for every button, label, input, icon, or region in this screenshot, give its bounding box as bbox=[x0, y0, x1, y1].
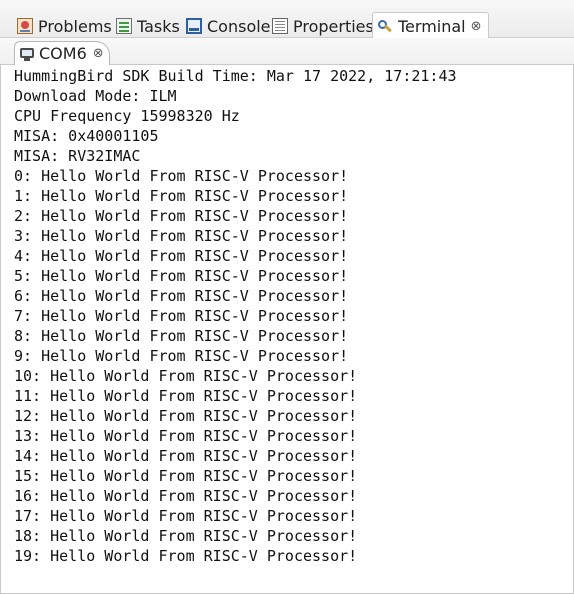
tab-properties-label: Properties bbox=[293, 16, 374, 36]
terminal-line: 0: Hello World From RISC-V Processor! bbox=[14, 167, 349, 185]
tasks-icon bbox=[116, 18, 132, 34]
terminal-line: MISA: RV32IMAC bbox=[14, 147, 141, 165]
terminal-line: 4: Hello World From RISC-V Processor! bbox=[14, 247, 349, 265]
terminal-line: 16: Hello World From RISC-V Processor! bbox=[14, 487, 358, 505]
terminal-line: 8: Hello World From RISC-V Processor! bbox=[14, 327, 349, 345]
terminal-line: 11: Hello World From RISC-V Processor! bbox=[14, 387, 358, 405]
terminal-line: 14: Hello World From RISC-V Processor! bbox=[14, 447, 358, 465]
tab-terminal-label: Terminal bbox=[398, 17, 466, 36]
console-icon bbox=[186, 18, 202, 34]
terminal-line: MISA: 0x40001105 bbox=[14, 127, 159, 145]
terminal-line: 15: Hello World From RISC-V Processor! bbox=[14, 467, 358, 485]
terminal-line: 2: Hello World From RISC-V Processor! bbox=[14, 207, 349, 225]
terminal-line: 3: Hello World From RISC-V Processor! bbox=[14, 227, 349, 245]
problems-icon bbox=[17, 18, 33, 34]
tab-console[interactable]: Console bbox=[186, 14, 271, 38]
terminal-line: 10: Hello World From RISC-V Processor! bbox=[14, 367, 358, 385]
terminal-connection-tab-bar: COM6 ⊗ bbox=[0, 38, 574, 65]
terminal-line: 7: Hello World From RISC-V Processor! bbox=[14, 307, 349, 325]
close-icon[interactable]: ⊗ bbox=[93, 46, 104, 61]
terminal-line: HummingBird SDK Build Time: Mar 17 2022,… bbox=[14, 67, 457, 85]
tab-tasks[interactable]: Tasks bbox=[116, 14, 180, 38]
terminal-line: 1: Hello World From RISC-V Processor! bbox=[14, 187, 349, 205]
terminal-line: 18: Hello World From RISC-V Processor! bbox=[14, 527, 358, 545]
tab-com6[interactable]: COM6 ⊗ bbox=[14, 41, 110, 65]
terminal-line: 9: Hello World From RISC-V Processor! bbox=[14, 347, 349, 365]
view-tab-bar: Problems Tasks Console Properties Termin… bbox=[0, 0, 574, 40]
terminal-output[interactable]: HummingBird SDK Build Time: Mar 17 2022,… bbox=[14, 66, 572, 593]
terminal-line: Download Mode: ILM bbox=[14, 87, 177, 105]
serial-port-icon bbox=[19, 46, 35, 62]
tab-com6-label: COM6 bbox=[39, 44, 87, 63]
terminal-icon bbox=[377, 19, 393, 35]
tab-tasks-label: Tasks bbox=[137, 16, 180, 36]
tab-terminal[interactable]: Terminal ⊗ bbox=[372, 12, 489, 40]
terminal-line: 5: Hello World From RISC-V Processor! bbox=[14, 267, 349, 285]
tab-console-label: Console bbox=[207, 16, 271, 36]
terminal-line: 12: Hello World From RISC-V Processor! bbox=[14, 407, 358, 425]
tab-problems-label: Problems bbox=[38, 16, 112, 36]
terminal-line: CPU Frequency 15998320 Hz bbox=[14, 107, 240, 125]
terminal-line: 19: Hello World From RISC-V Processor! bbox=[14, 547, 358, 565]
tab-properties[interactable]: Properties bbox=[272, 14, 374, 38]
tab-problems[interactable]: Problems bbox=[17, 14, 112, 38]
close-icon[interactable]: ⊗ bbox=[471, 19, 482, 34]
terminal-line: 6: Hello World From RISC-V Processor! bbox=[14, 287, 349, 305]
terminal-line: 17: Hello World From RISC-V Processor! bbox=[14, 507, 358, 525]
terminal-line: 13: Hello World From RISC-V Processor! bbox=[14, 427, 358, 445]
properties-icon bbox=[272, 18, 288, 34]
